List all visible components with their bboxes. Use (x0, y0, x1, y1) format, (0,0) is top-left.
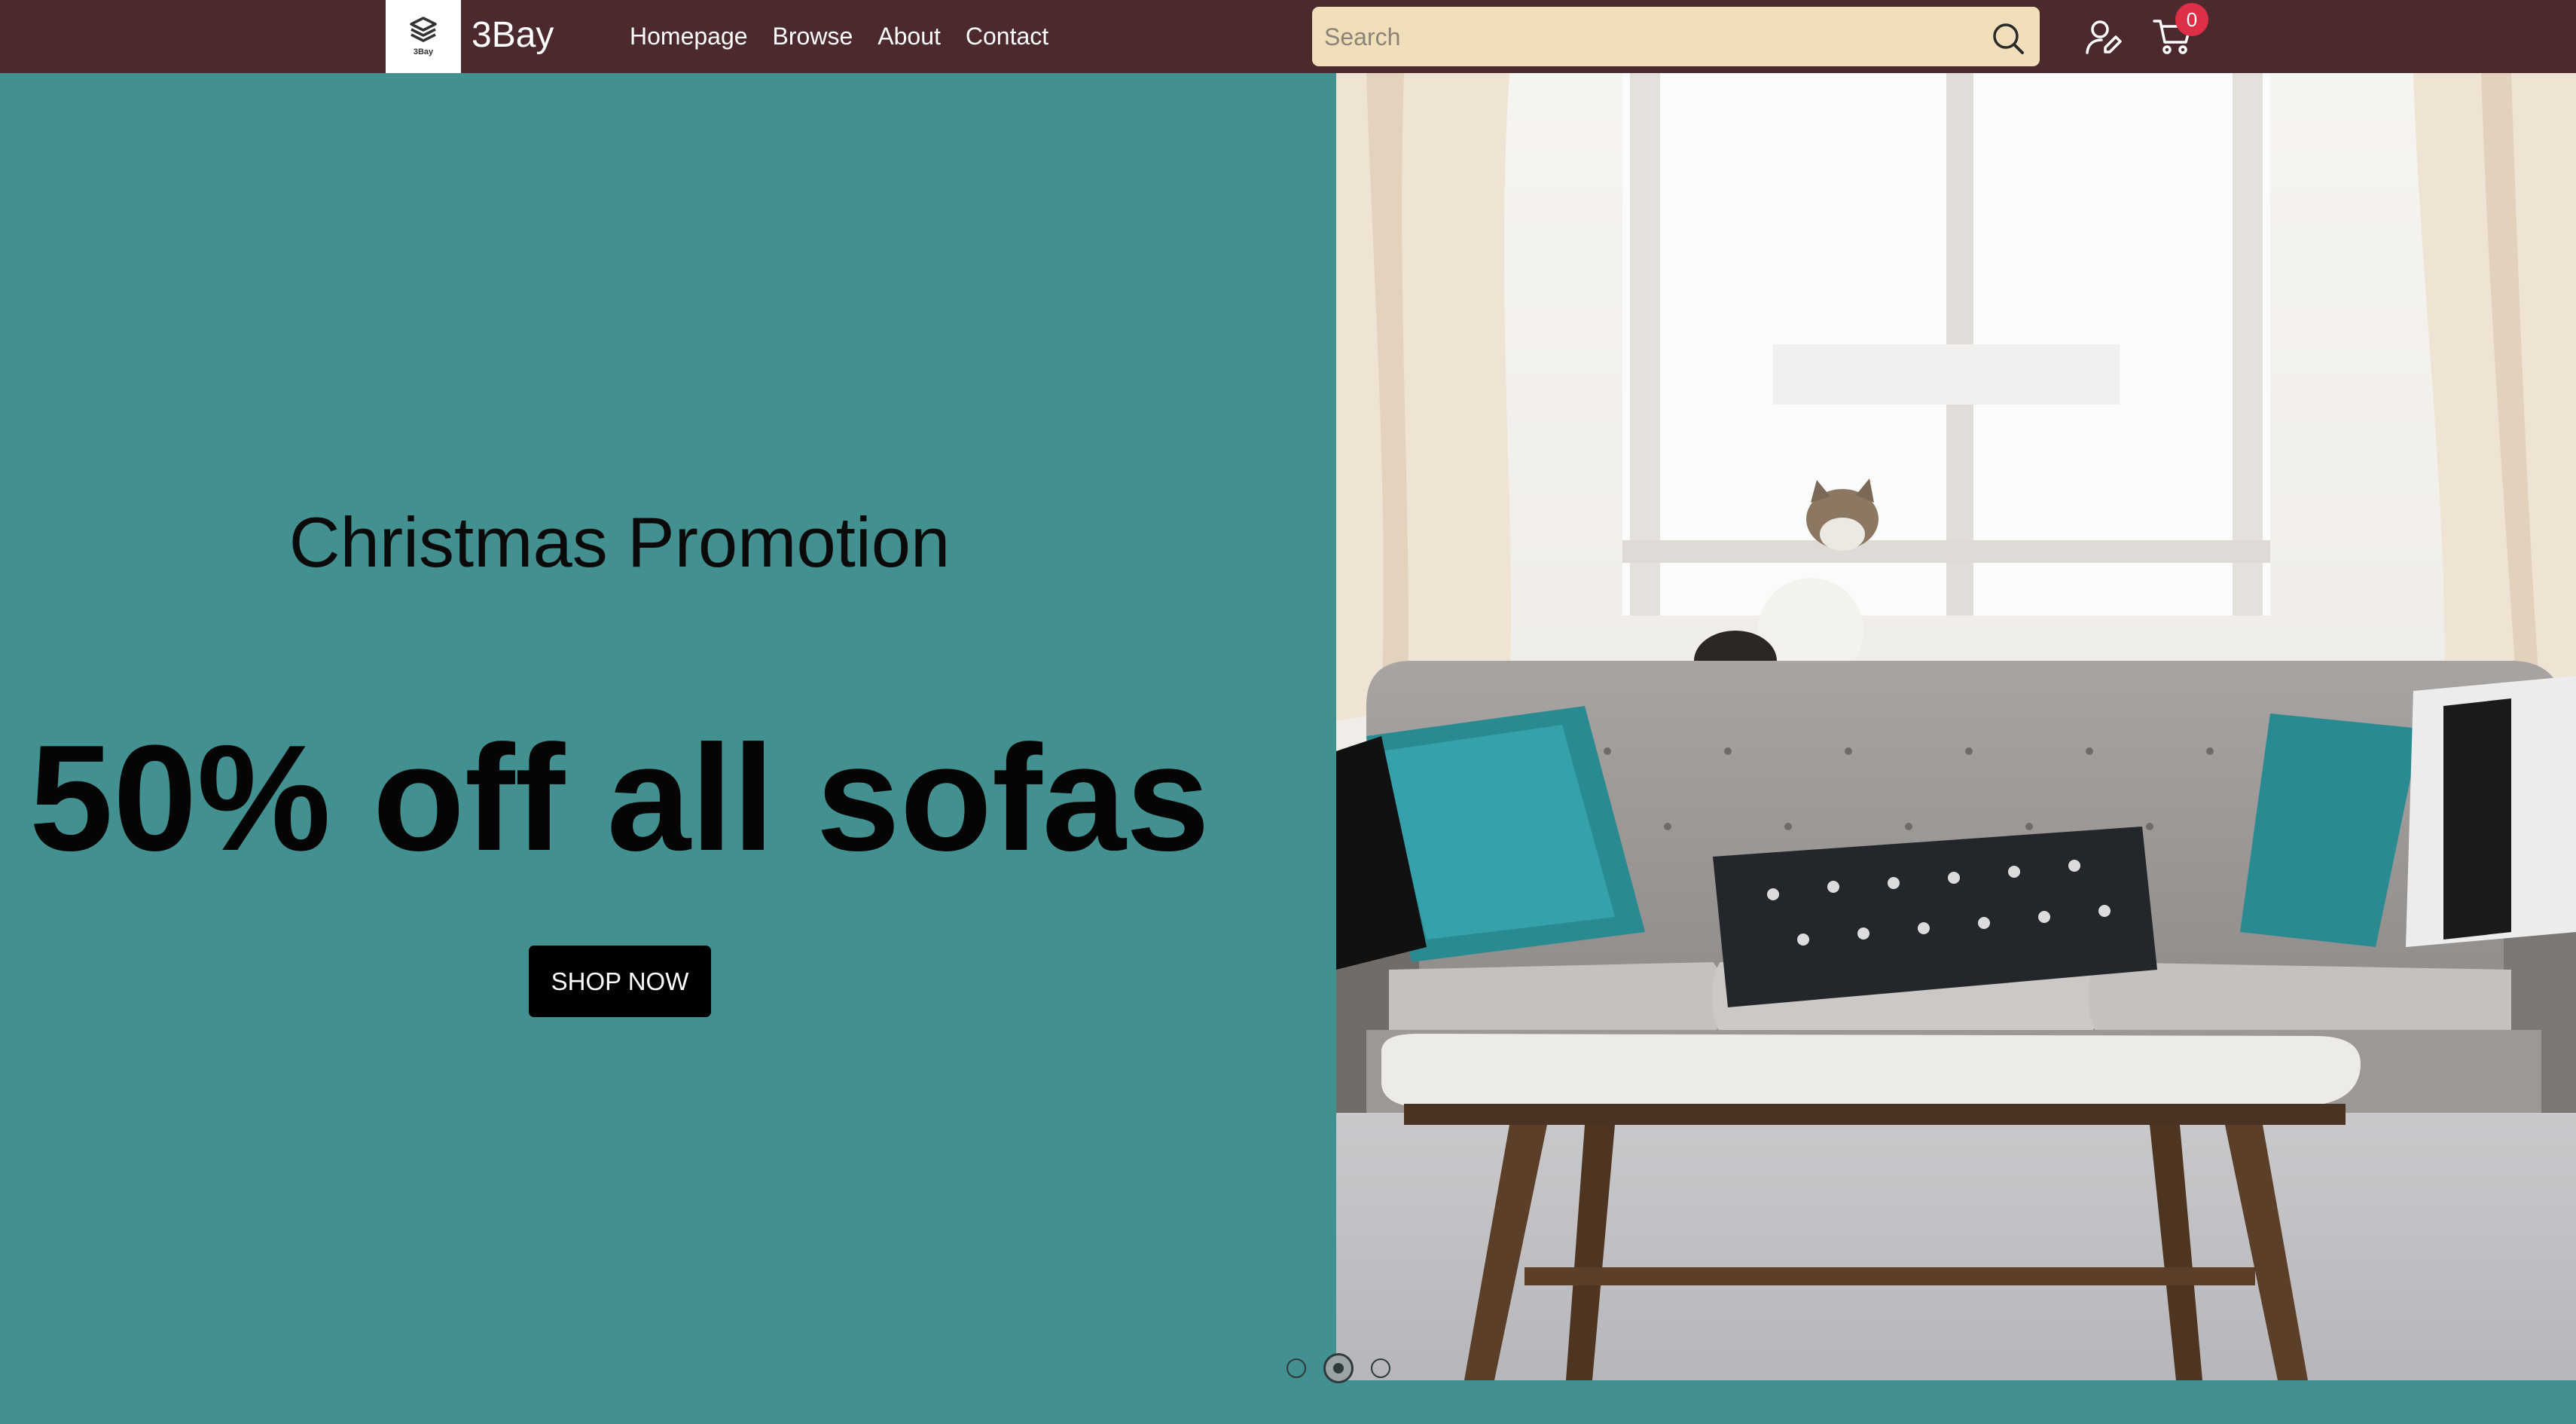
hero-promo-panel: Christmas Promotion 50% off all sofas SH… (0, 73, 1336, 1380)
layers-icon (410, 17, 437, 42)
search-icon (1993, 23, 2024, 54)
nav-link-contact[interactable]: Contact (966, 20, 1048, 53)
logo-text: 3Bay (413, 47, 434, 57)
main-nav: Homepage Browse About Contact (630, 20, 1048, 53)
search-button[interactable] (1992, 22, 2025, 55)
search-input[interactable] (1323, 7, 1973, 68)
cart-count-badge: 0 (2175, 3, 2208, 36)
search-bar (1312, 7, 2040, 68)
carousel-dot-1[interactable] (1286, 1358, 1306, 1378)
hero-image (1336, 73, 2576, 1380)
logo[interactable]: 3Bay (386, 0, 461, 73)
nav-link-homepage[interactable]: Homepage (630, 20, 748, 53)
nav-link-browse[interactable]: Browse (773, 20, 853, 53)
promo-headline: 50% off all sofas (29, 714, 1210, 882)
carousel-dot-3[interactable] (1371, 1358, 1390, 1378)
carousel-dot-2[interactable] (1323, 1353, 1354, 1383)
sofa-with-cat-photo (1336, 73, 2576, 1380)
account-button[interactable] (2085, 18, 2123, 56)
shop-now-button[interactable]: SHOP NOW (529, 946, 711, 1017)
user-edit-icon (2086, 20, 2122, 54)
nav-link-about[interactable]: About (877, 20, 941, 53)
brand-name[interactable]: 3Bay (472, 13, 554, 58)
carousel-indicators (1280, 1353, 1416, 1384)
promo-title: Christmas Promotion (288, 503, 951, 582)
top-navbar: 3Bay 3Bay Homepage Browse About Contact (0, 0, 2576, 73)
